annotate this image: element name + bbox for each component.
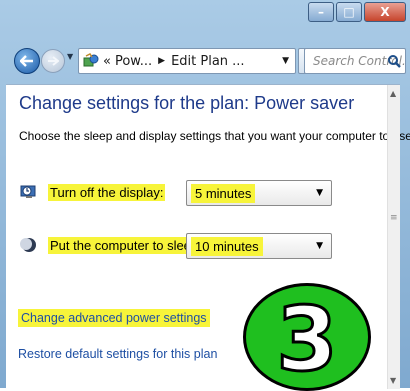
display-setting-row: Turn off the display:	[20, 177, 166, 207]
vertical-scrollbar[interactable]: ▲ ≡ ▼	[387, 85, 400, 389]
sleep-setting-row: Put the computer to sleep:	[20, 230, 204, 260]
scroll-up-arrow-icon[interactable]: ▲	[390, 89, 396, 98]
display-clock-icon	[20, 185, 36, 198]
page-title: Change settings for the plan: Power save…	[19, 93, 355, 113]
sleep-label: Put the computer to sleep:	[48, 236, 204, 254]
search-box[interactable]: Search Control...	[304, 48, 406, 74]
chevron-down-icon: ▼	[316, 241, 323, 251]
address-dropdown-icon[interactable]: ▼	[282, 56, 289, 66]
display-timeout-value: 5 minutes	[191, 183, 256, 203]
breadcrumb-separator-icon: ▶	[158, 56, 166, 66]
forward-button[interactable]	[41, 49, 65, 73]
scroll-down-arrow-icon[interactable]: ▼	[390, 376, 396, 385]
minimize-button[interactable]: –	[308, 2, 334, 22]
breadcrumb-edit-plan[interactable]: Edit Plan ...	[171, 54, 245, 69]
advanced-power-settings-link[interactable]: Change advanced power settings	[18, 309, 210, 327]
step-number: 3	[275, 288, 339, 391]
control-panel-icon	[83, 53, 99, 67]
page-description: Choose the sleep and display settings th…	[19, 129, 410, 143]
sleep-timeout-select[interactable]: 10 minutes ▼	[186, 233, 332, 259]
forward-arrow-icon	[48, 56, 59, 66]
scroll-grip-icon[interactable]: ≡	[390, 213, 398, 223]
search-icon[interactable]	[387, 54, 401, 68]
title-bar: – □ X	[0, 0, 410, 40]
recent-pages-dropdown-icon[interactable]: ▼	[67, 52, 73, 61]
step-number-badge: 3	[243, 283, 371, 391]
display-timeout-select[interactable]: 5 minutes ▼	[186, 180, 332, 206]
address-bar[interactable]: « Pow... ▶ Edit Plan ... ▼	[78, 48, 296, 74]
breadcrumb-power-options[interactable]: Pow...	[115, 54, 152, 69]
back-arrow-icon	[20, 55, 33, 67]
sleep-timeout-value: 10 minutes	[191, 236, 263, 256]
display-label: Turn off the display:	[48, 183, 166, 201]
window-controls: – □ X	[306, 2, 406, 24]
chevron-down-icon: ▼	[316, 188, 323, 198]
navigation-bar: ▼ « Pow... ▶ Edit Plan ... ▼ Search Cont…	[0, 40, 410, 82]
moon-sleep-icon	[20, 238, 36, 252]
back-button[interactable]	[14, 48, 40, 74]
address-prefix: «	[103, 53, 111, 69]
restore-defaults-link[interactable]: Restore default settings for this plan	[18, 347, 217, 361]
close-button[interactable]: X	[364, 2, 406, 22]
maximize-button[interactable]: □	[336, 2, 362, 22]
